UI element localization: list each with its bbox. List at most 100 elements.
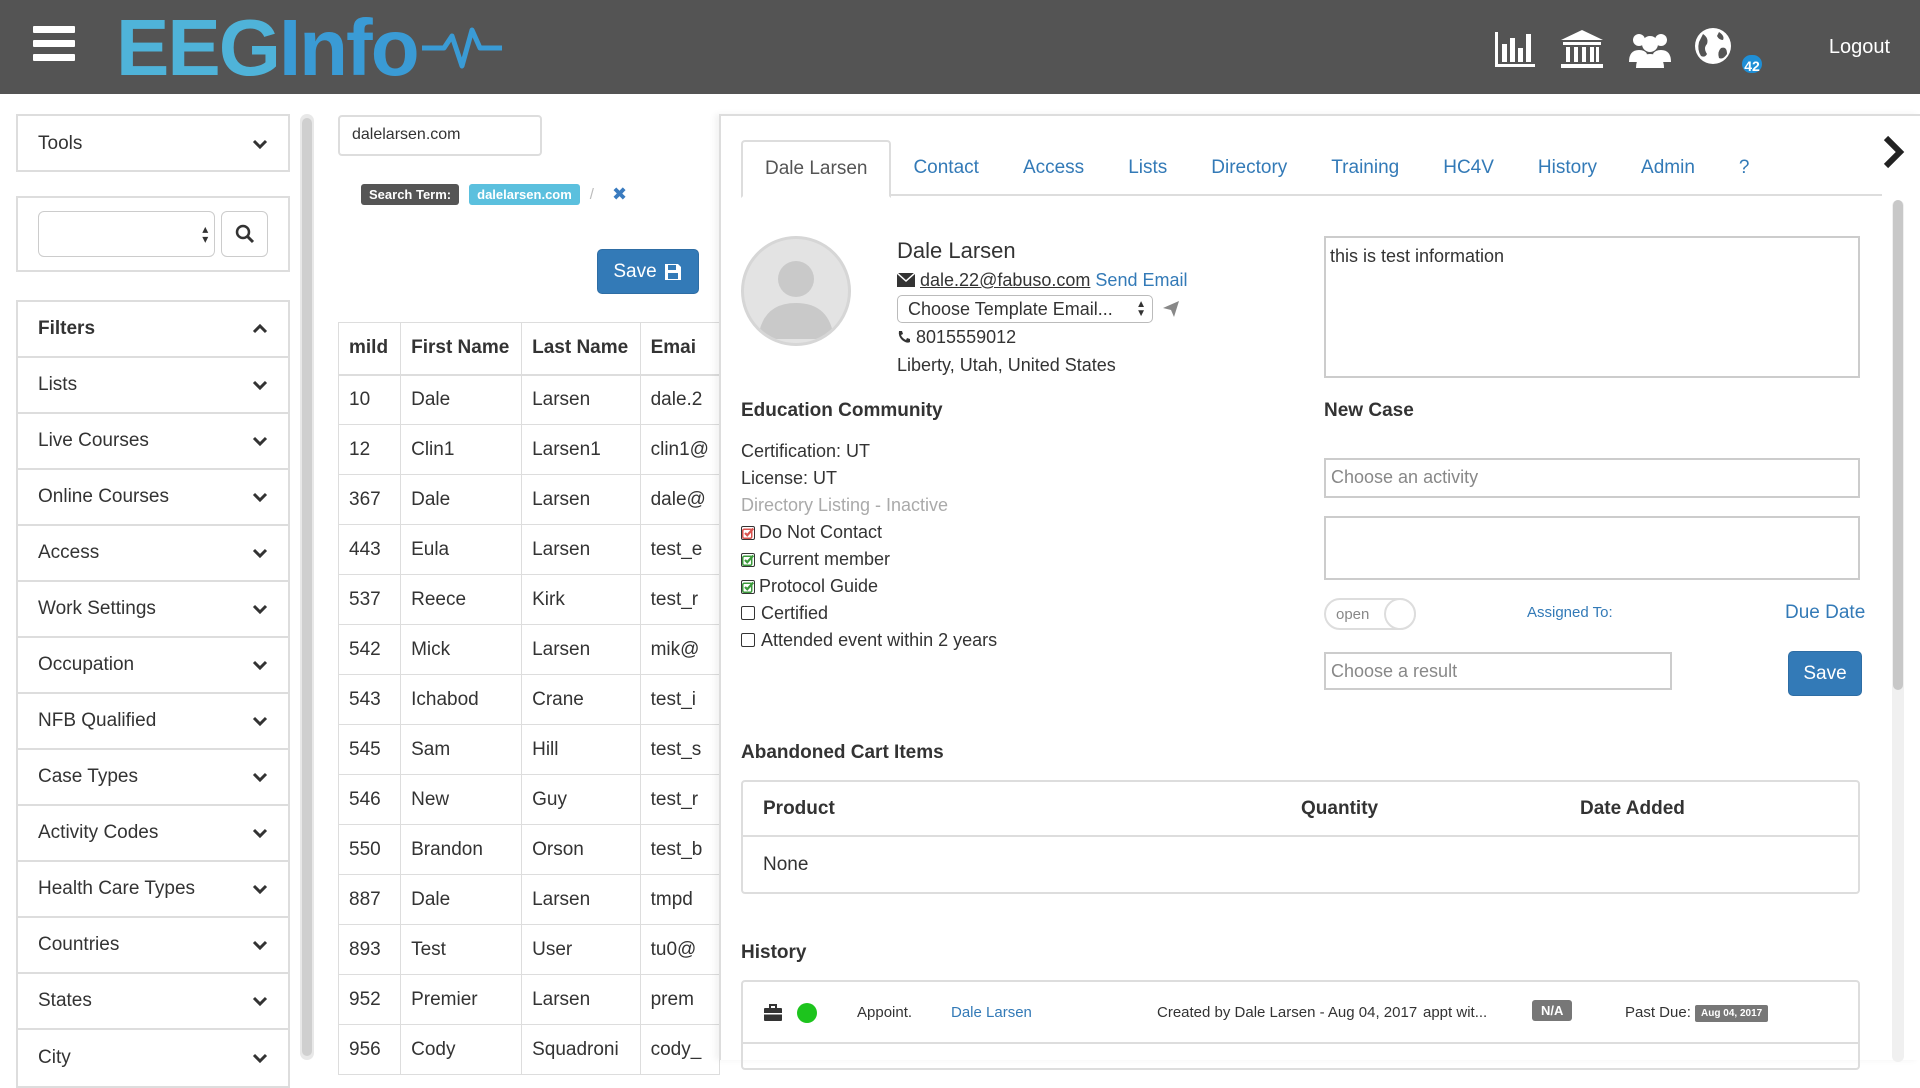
check-item-attended-event-within-2-years[interactable]: Attended event within 2 years <box>741 627 997 654</box>
table-row[interactable]: 893 Test User tu0@ <box>337 924 721 975</box>
table-cell: Test <box>400 924 523 975</box>
cart-header-quantity: Quantity <box>1301 797 1379 819</box>
sidebar-item-label: Health Care Types <box>38 878 196 899</box>
sidebar-item-city[interactable]: City <box>18 1030 288 1086</box>
case-status-toggle[interactable]: open <box>1324 598 1416 630</box>
results-table: mild First Name Last Name Emai 10 Dale Lar… <box>337 322 721 1075</box>
send-paper-plane-icon[interactable] <box>1162 300 1180 318</box>
chevron-down-icon <box>252 436 268 447</box>
logo-eeg-text: EEG <box>116 3 281 92</box>
sidebar-item-access[interactable]: Access <box>18 526 288 582</box>
history-status-badge: N/A <box>1532 1000 1573 1021</box>
search-domain-input[interactable]: dalelarsen.com <box>338 115 542 156</box>
column-header-email[interactable]: Emai <box>639 322 721 376</box>
result-select[interactable]: Choose a result <box>1324 652 1672 690</box>
notification-badge[interactable]: 42 <box>1740 53 1764 75</box>
panel-scrollbar-thumb[interactable] <box>1893 200 1903 690</box>
institution-icon[interactable] <box>1559 28 1605 70</box>
table-row[interactable]: 952 Premier Larsen prem <box>337 974 721 1025</box>
sidebar-item-nfb-qualified[interactable]: NFB Qualified <box>18 694 288 750</box>
scrollbar-thumb[interactable] <box>302 118 312 1056</box>
template-email-select[interactable]: Choose Template Email... ▲ ▼ <box>897 295 1153 324</box>
sidebar-item-case-types[interactable]: Case Types <box>18 750 288 806</box>
notes-textarea[interactable]: this is test information <box>1324 236 1860 378</box>
sidebar-item-online-courses[interactable]: Online Courses <box>18 470 288 526</box>
sidebar-scrollbar[interactable] <box>300 114 314 1060</box>
table-row[interactable]: 545 Sam Hill test_s <box>337 724 721 775</box>
table-cell: 545 <box>337 724 402 775</box>
sidebar-item-lists[interactable]: Lists <box>18 358 288 414</box>
table-cell: test_i <box>639 674 721 725</box>
table-row[interactable]: 12 Clin1 Larsen1 clin1@ <box>337 424 721 475</box>
chevron-down-icon <box>252 139 268 150</box>
search-button[interactable] <box>221 211 268 257</box>
contact-email-link[interactable]: dale.22@fabuso.com <box>920 270 1090 290</box>
tab-history[interactable]: History <box>1516 140 1619 196</box>
column-header-last-name[interactable]: Last Name <box>521 322 641 376</box>
table-row[interactable]: 367 Dale Larsen dale@ <box>337 474 721 525</box>
table-row[interactable]: 887 Dale Larsen tmpd <box>337 874 721 925</box>
tab-dale-larsen[interactable]: Dale Larsen <box>741 140 892 198</box>
hamburger-menu-icon[interactable] <box>33 26 75 66</box>
table-cell: 887 <box>337 874 402 925</box>
history-row[interactable]: Appoint. Dale Larsen Created by Dale Lar… <box>743 982 1858 1044</box>
users-icon[interactable] <box>1627 28 1673 70</box>
filters-toggle[interactable]: Filters <box>18 302 288 358</box>
table-cell: test_b <box>639 824 721 875</box>
tools-toggle[interactable]: Tools <box>18 116 288 172</box>
panel-scrollbar[interactable] <box>1892 200 1904 1062</box>
chevron-right-icon[interactable] <box>1880 132 1908 172</box>
tab-admin[interactable]: Admin <box>1619 140 1717 196</box>
send-email-link[interactable]: Send Email <box>1095 270 1187 290</box>
tab-lists[interactable]: Lists <box>1106 140 1189 196</box>
search-field-select[interactable]: ▴ ▾ <box>38 211 216 257</box>
globe-icon[interactable] <box>1693 26 1739 68</box>
table-row[interactable]: 542 Mick Larsen mik@ <box>337 624 721 675</box>
tab-training[interactable]: Training <box>1309 140 1421 196</box>
eeginfo-logo[interactable]: EEG Info <box>116 8 502 88</box>
check-item-certified[interactable]: Certified <box>741 600 997 627</box>
detail-tabs: Dale Larsen Contact Access Lists Directory Tr… <box>741 140 1882 198</box>
sidebar-item-states[interactable]: States <box>18 974 288 1030</box>
sidebar-item-work-settings[interactable]: Work Settings <box>18 582 288 638</box>
table-cell: test_r <box>639 574 721 625</box>
chevron-down-icon <box>252 1053 268 1064</box>
table-row[interactable]: 546 New Guy test_r <box>337 774 721 825</box>
column-header-first-name[interactable]: First Name <box>400 322 523 376</box>
sidebar-item-occupation[interactable]: Occupation <box>18 638 288 694</box>
clear-search-icon[interactable]: ✖ <box>612 184 627 205</box>
history-person-link[interactable]: Dale Larsen <box>951 1004 1032 1021</box>
sidebar-item-health-care-types[interactable]: Health Care Types <box>18 862 288 918</box>
tab-hc4v[interactable]: HC4V <box>1421 140 1516 196</box>
case-notes-textarea[interactable] <box>1324 516 1860 580</box>
chart-icon[interactable] <box>1491 28 1537 70</box>
tab-contact[interactable]: Contact <box>891 140 1000 196</box>
assigned-to-link[interactable]: Assigned To: <box>1527 604 1613 621</box>
sidebar-item-countries[interactable]: Countries <box>18 918 288 974</box>
table-row[interactable]: 956 Cody Squadroni cody_ <box>337 1024 721 1075</box>
table-cell: Larsen <box>521 374 641 425</box>
table-cell: Larsen <box>521 874 641 925</box>
tab-directory[interactable]: Directory <box>1189 140 1309 196</box>
logout-link[interactable]: Logout <box>1829 36 1890 59</box>
due-date-link[interactable]: Due Date <box>1785 602 1865 624</box>
tab-access[interactable]: Access <box>1001 140 1106 196</box>
table-row[interactable]: 550 Brandon Orson test_b <box>337 824 721 875</box>
table-row[interactable]: 443 Eula Larsen test_e <box>337 524 721 575</box>
tab-help[interactable]: ? <box>1717 140 1772 196</box>
save-case-button[interactable]: Save <box>1788 651 1862 696</box>
save-search-button[interactable]: Save <box>597 249 699 294</box>
table-row[interactable]: 10 Dale Larsen dale.2 <box>337 374 721 425</box>
check-item-do-not-contact[interactable]: Do Not Contact <box>741 519 997 546</box>
contact-phone: 8015559012 <box>916 327 1017 348</box>
activity-select[interactable]: Choose an activity <box>1324 458 1860 498</box>
table-cell: 443 <box>337 524 402 575</box>
column-header-mild[interactable]: mild <box>337 322 402 376</box>
check-item-current-member[interactable]: Current member <box>741 546 997 573</box>
check-item-protocol-guide[interactable]: Protocol Guide <box>741 573 997 600</box>
table-row[interactable]: 537 Reece Kirk test_r <box>337 574 721 625</box>
phone-line: 8015559012 <box>897 323 1187 351</box>
sidebar-item-live-courses[interactable]: Live Courses <box>18 414 288 470</box>
table-row[interactable]: 543 Ichabod Crane test_i <box>337 674 721 725</box>
sidebar-item-activity-codes[interactable]: Activity Codes <box>18 806 288 862</box>
